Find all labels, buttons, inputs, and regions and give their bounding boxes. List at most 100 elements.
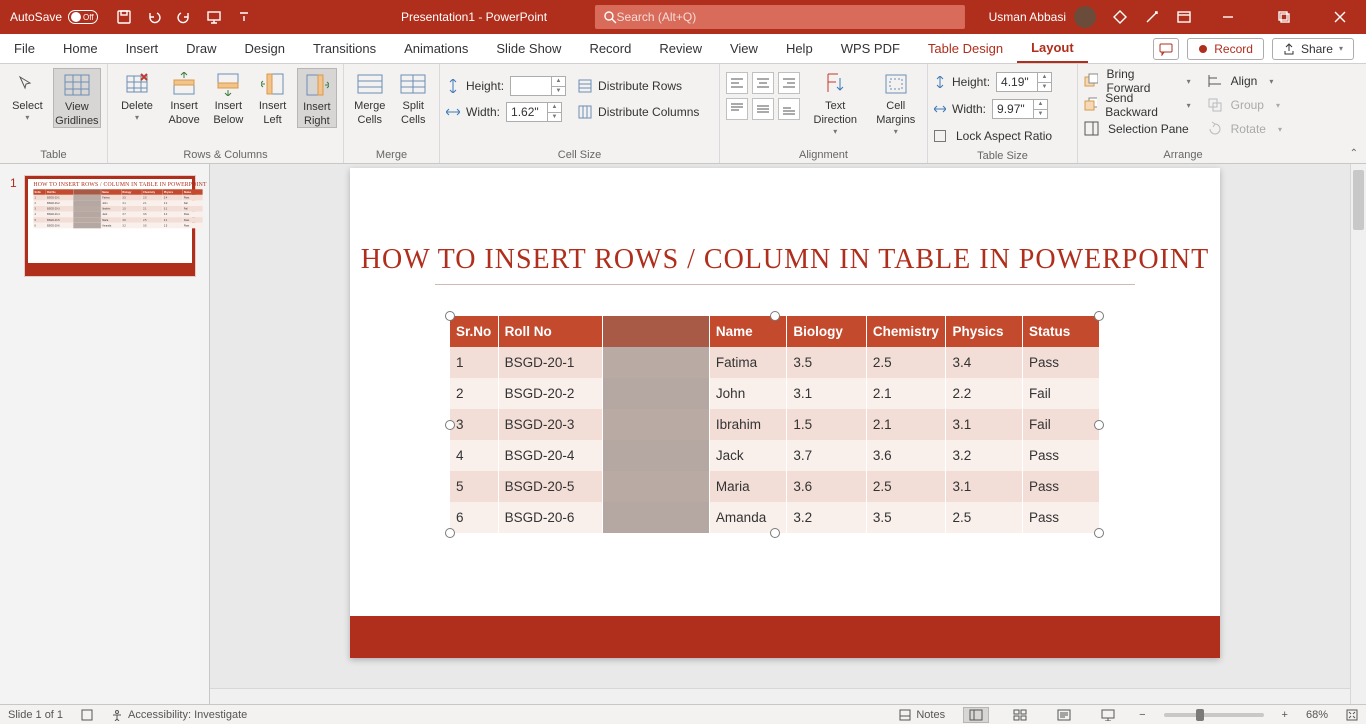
slide-thumbnail-1[interactable]: HOW TO INSERT ROWS / COLUMN IN TABLE IN … bbox=[25, 176, 195, 276]
td-chem[interactable]: 2.5 bbox=[866, 471, 946, 502]
td-status[interactable]: Pass bbox=[1022, 440, 1099, 471]
merge-cells-button[interactable]: MergeCells bbox=[350, 68, 390, 126]
language-indicator[interactable] bbox=[81, 709, 93, 721]
th-status[interactable]: Status bbox=[1022, 316, 1099, 347]
td-bio[interactable]: 3.7 bbox=[787, 440, 867, 471]
td-newcol[interactable] bbox=[603, 502, 710, 533]
td-roll[interactable]: BSGD-20-6 bbox=[46, 223, 73, 229]
td-newcol[interactable] bbox=[603, 440, 710, 471]
tab-slideshow[interactable]: Slide Show bbox=[482, 34, 575, 63]
reading-view-button[interactable] bbox=[1051, 707, 1077, 723]
td-name[interactable]: Jack bbox=[709, 440, 787, 471]
accessibility-status[interactable]: Accessibility: Investigate bbox=[111, 709, 247, 721]
table-row[interactable]: 2BSGD-20-2John3.12.12.2Fail bbox=[450, 378, 1099, 409]
share-button[interactable]: Share▾ bbox=[1272, 38, 1354, 60]
tab-home[interactable]: Home bbox=[49, 34, 112, 63]
insert-left-button[interactable]: InsertLeft bbox=[252, 68, 292, 126]
save-icon[interactable] bbox=[116, 9, 132, 25]
td-chem[interactable]: 2.5 bbox=[866, 347, 946, 378]
slides-panel[interactable]: 1 HOW TO INSERT ROWS / COLUMN IN TABLE I… bbox=[0, 164, 210, 704]
cell-margins-button[interactable]: CellMargins▾ bbox=[871, 68, 922, 137]
table-row[interactable]: 1BSGD-20-1Fatima3.52.53.4Pass bbox=[450, 347, 1099, 378]
table-width-input[interactable]: 9.97"▲▼ bbox=[992, 99, 1048, 119]
slide-table[interactable]: Sr.No Roll No Name Biology Chemistry Phy… bbox=[450, 316, 1099, 533]
vertical-scrollbar[interactable] bbox=[1350, 164, 1366, 704]
selection-pane-button[interactable]: Selection Pane bbox=[1084, 118, 1191, 140]
tab-help[interactable]: Help bbox=[772, 34, 827, 63]
fit-to-window-button[interactable] bbox=[1346, 709, 1358, 721]
td-phys[interactable]: 3.1 bbox=[946, 471, 1022, 502]
td-roll[interactable]: BSGD-20-3 bbox=[498, 409, 603, 440]
text-direction-button[interactable]: TextDirection▾ bbox=[810, 68, 861, 137]
td-roll[interactable]: BSGD-20-2 bbox=[498, 378, 603, 409]
td-status[interactable]: Pass bbox=[1022, 502, 1099, 533]
align-objects-button[interactable]: Align▾ bbox=[1207, 70, 1282, 92]
td-phys[interactable]: 2.2 bbox=[946, 378, 1022, 409]
td-phys[interactable]: 3.2 bbox=[946, 440, 1022, 471]
td-chem[interactable]: 3.6 bbox=[866, 440, 946, 471]
td-roll[interactable]: BSGD-20-1 bbox=[498, 347, 603, 378]
search-input[interactable] bbox=[617, 10, 958, 24]
cell-width-input[interactable]: 1.62"▲▼ bbox=[506, 102, 562, 122]
td-srno[interactable]: 6 bbox=[33, 223, 46, 229]
align-right-button[interactable] bbox=[778, 72, 800, 94]
collapse-ribbon-button[interactable]: ⌃ bbox=[1350, 148, 1358, 159]
th-roll[interactable]: Roll No bbox=[498, 316, 603, 347]
td-srno[interactable]: 3 bbox=[450, 409, 498, 440]
td-phys[interactable]: 3.1 bbox=[946, 409, 1022, 440]
tab-view[interactable]: View bbox=[716, 34, 772, 63]
zoom-out-button[interactable]: − bbox=[1139, 709, 1145, 721]
autosave-toggle[interactable]: AutoSave Off bbox=[0, 10, 108, 24]
td-name[interactable]: Fatima bbox=[709, 347, 787, 378]
diamond-icon[interactable] bbox=[1112, 9, 1128, 25]
horizontal-scrollbar[interactable] bbox=[210, 688, 1350, 704]
td-status[interactable]: Pass bbox=[182, 223, 202, 229]
table-row[interactable]: 3BSGD-20-3Ibrahim1.52.13.1Fail bbox=[450, 409, 1099, 440]
zoom-level[interactable]: 68% bbox=[1306, 709, 1328, 721]
td-name[interactable]: Amanda bbox=[101, 223, 121, 229]
td-newcol[interactable] bbox=[603, 378, 710, 409]
tab-transitions[interactable]: Transitions bbox=[299, 34, 390, 63]
align-bottom-button[interactable] bbox=[778, 98, 800, 120]
tab-record[interactable]: Record bbox=[575, 34, 645, 63]
insert-right-button[interactable]: InsertRight bbox=[297, 68, 337, 128]
td-roll[interactable]: BSGD-20-6 bbox=[498, 502, 603, 533]
insert-above-button[interactable]: InsertAbove bbox=[164, 68, 204, 126]
td-bio[interactable]: 3.6 bbox=[787, 471, 867, 502]
tab-draw[interactable]: Draw bbox=[172, 34, 230, 63]
split-cells-button[interactable]: SplitCells bbox=[394, 68, 434, 126]
align-top-button[interactable] bbox=[726, 98, 748, 120]
table-row[interactable]: 5BSGD-20-5Maria3.62.53.1Pass bbox=[450, 471, 1099, 502]
tab-file[interactable]: File bbox=[0, 34, 49, 63]
tab-review[interactable]: Review bbox=[645, 34, 716, 63]
align-left-button[interactable] bbox=[726, 72, 748, 94]
td-chem[interactable]: 3.5 bbox=[142, 223, 163, 229]
td-bio[interactable]: 3.2 bbox=[121, 223, 142, 229]
maximize-button[interactable] bbox=[1264, 0, 1304, 34]
delete-button[interactable]: Delete▾ bbox=[114, 68, 160, 123]
align-middle-button[interactable] bbox=[752, 98, 774, 120]
td-bio[interactable]: 1.5 bbox=[787, 409, 867, 440]
close-button[interactable] bbox=[1320, 0, 1360, 34]
td-newcol[interactable] bbox=[603, 409, 710, 440]
slide[interactable]: HOW TO INSERT ROWS / COLUMN IN TABLE IN … bbox=[350, 168, 1220, 658]
slideshow-from-start-icon[interactable] bbox=[206, 9, 222, 25]
td-srno[interactable]: 2 bbox=[450, 378, 498, 409]
th-bio[interactable]: Biology bbox=[787, 316, 867, 347]
td-status[interactable]: Fail bbox=[1022, 378, 1099, 409]
tab-insert[interactable]: Insert bbox=[112, 34, 173, 63]
tab-wps-pdf[interactable]: WPS PDF bbox=[827, 34, 914, 63]
slideshow-view-button[interactable] bbox=[1095, 707, 1121, 723]
lock-aspect-checkbox[interactable]: Lock Aspect Ratio bbox=[934, 124, 1052, 148]
table-height-input[interactable]: 4.19"▲▼ bbox=[996, 72, 1052, 92]
td-chem[interactable]: 3.5 bbox=[866, 502, 946, 533]
table-row[interactable]: 6BSGD-20-6Amanda3.23.52.5Pass bbox=[33, 223, 202, 229]
redo-icon[interactable] bbox=[176, 9, 192, 25]
undo-icon[interactable] bbox=[146, 9, 162, 25]
td-bio[interactable]: 3.5 bbox=[787, 347, 867, 378]
td-phys[interactable]: 2.5 bbox=[946, 502, 1022, 533]
record-button[interactable]: Record bbox=[1187, 38, 1264, 60]
distribute-rows-button[interactable]: Distribute Rows bbox=[578, 74, 699, 98]
search-box[interactable] bbox=[595, 5, 965, 29]
td-newcol[interactable] bbox=[603, 471, 710, 502]
